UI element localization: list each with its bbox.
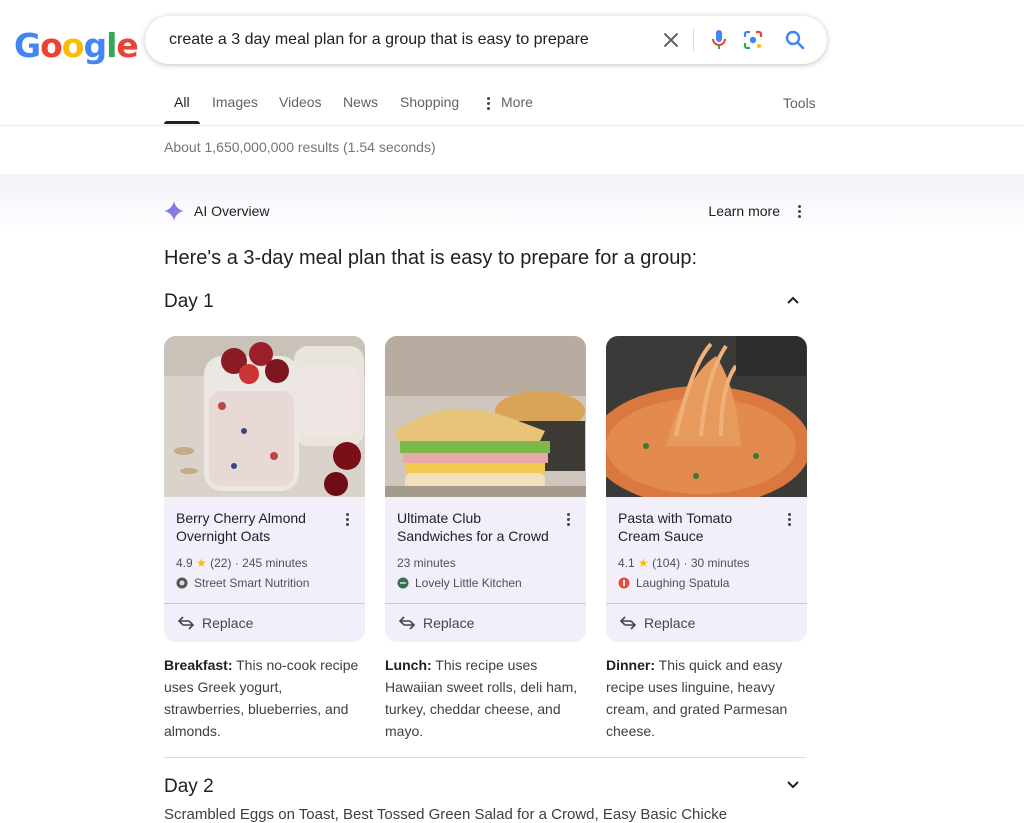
card-divider <box>606 603 807 604</box>
day-2-summary: Scrambled Eggs on Toast, Best Tossed Gre… <box>164 806 728 823</box>
logo-letter: o <box>61 26 85 65</box>
search-icon[interactable] <box>783 28 807 52</box>
recipe-image-club-sandwich <box>385 336 586 497</box>
site-favicon-icon <box>397 577 409 589</box>
recipe-reviews: (104) <box>652 556 681 570</box>
microphone-icon[interactable] <box>707 28 731 52</box>
tab-news[interactable]: News <box>343 94 378 110</box>
active-tab-indicator <box>164 121 200 124</box>
tab-videos[interactable]: Videos <box>279 94 322 110</box>
recipe-kebab-icon[interactable] <box>567 513 570 526</box>
swap-icon <box>620 616 636 630</box>
recipe-time: 23 minutes <box>397 556 456 570</box>
logo-letter: g <box>83 26 107 65</box>
recipe-card[interactable]: Pasta with Tomato Cream Sauce 4.1 ★ (104… <box>606 336 807 642</box>
more-kebab-icon[interactable] <box>487 97 490 110</box>
recipe-meta: 4.9 ★ (22) · 245 minutes <box>176 556 308 570</box>
recipe-title[interactable]: Ultimate Club Sandwiches for a Crowd <box>397 509 557 545</box>
replace-button[interactable]: Replace <box>178 615 253 631</box>
star-icon: ★ <box>638 556 649 570</box>
day-2-heading[interactable]: Day 2 <box>164 776 214 798</box>
recipe-rating: 4.9 <box>176 556 193 570</box>
ai-overview-kebab-icon[interactable] <box>798 205 801 218</box>
tab-more[interactable]: More <box>501 94 533 110</box>
search-box[interactable]: create a 3 day meal plan for a group tha… <box>145 16 827 64</box>
recipe-card[interactable]: Ultimate Club Sandwiches for a Crowd 23 … <box>385 336 586 642</box>
recipe-image-overnight-oats <box>164 336 365 497</box>
meal-label: Breakfast: <box>164 657 233 673</box>
star-icon: ★ <box>196 556 207 570</box>
recipe-card[interactable]: Berry Cherry Almond Overnight Oats 4.9 ★… <box>164 336 365 642</box>
google-logo[interactable]: Google <box>14 26 139 65</box>
logo-letter: l <box>106 26 117 65</box>
recipe-meta: 23 minutes <box>397 556 456 570</box>
meal-description-lunch: Lunch: This recipe uses Hawaiian sweet r… <box>385 654 585 742</box>
gemini-sparkle-icon <box>164 201 184 221</box>
recipe-time: 245 minutes <box>242 556 308 570</box>
recipe-source-name: Laughing Spatula <box>636 576 730 590</box>
meal-description-breakfast: Breakfast: This no-cook recipe uses Gree… <box>164 654 364 742</box>
meal-description-dinner: Dinner: This quick and easy recipe uses … <box>606 654 806 742</box>
logo-letter: e <box>116 26 138 65</box>
meal-label: Dinner: <box>606 657 655 673</box>
tools-button[interactable]: Tools <box>783 95 816 111</box>
ai-overview-header: AI Overview Learn more <box>164 200 806 222</box>
replace-button[interactable]: Replace <box>620 615 695 631</box>
ai-overview-title: AI Overview <box>194 203 270 219</box>
tab-shopping[interactable]: Shopping <box>400 94 459 110</box>
result-stats: About 1,650,000,000 results (1.54 second… <box>164 139 436 155</box>
logo-letter: o <box>40 26 63 65</box>
site-favicon-icon <box>618 577 630 589</box>
card-divider <box>164 603 365 604</box>
recipe-title[interactable]: Pasta with Tomato Cream Sauce <box>618 509 778 545</box>
chevron-up-icon[interactable] <box>785 292 801 308</box>
recipe-time: 30 minutes <box>690 556 750 570</box>
site-favicon-icon <box>176 577 188 589</box>
day-1-heading[interactable]: Day 1 <box>164 291 214 313</box>
recipe-kebab-icon[interactable] <box>788 513 791 526</box>
logo-letter: G <box>14 26 41 65</box>
recipe-source-name: Street Smart Nutrition <box>194 576 310 590</box>
lens-icon[interactable] <box>741 28 765 52</box>
swap-icon <box>178 616 194 630</box>
recipe-image-pasta <box>606 336 807 497</box>
meal-label: Lunch: <box>385 657 432 673</box>
search-divider <box>693 28 694 52</box>
clear-icon[interactable] <box>659 28 683 52</box>
replace-label: Replace <box>423 615 475 631</box>
search-input[interactable]: create a 3 day meal plan for a group tha… <box>169 31 589 49</box>
tab-all[interactable]: All <box>174 94 190 110</box>
recipe-source[interactable]: Lovely Little Kitchen <box>397 576 522 590</box>
section-divider <box>164 757 806 758</box>
replace-label: Replace <box>202 615 254 631</box>
card-divider <box>385 603 586 604</box>
recipe-meta: 4.1 ★ (104) · 30 minutes <box>618 556 750 570</box>
swap-icon <box>399 616 415 630</box>
recipe-reviews: (22) <box>210 556 232 570</box>
recipe-source[interactable]: Street Smart Nutrition <box>176 576 309 590</box>
tab-images[interactable]: Images <box>212 94 258 110</box>
replace-label: Replace <box>644 615 696 631</box>
learn-more-link[interactable]: Learn more <box>708 203 780 219</box>
replace-button[interactable]: Replace <box>399 615 474 631</box>
recipe-source-name: Lovely Little Kitchen <box>415 576 522 590</box>
recipe-source[interactable]: Laughing Spatula <box>618 576 729 590</box>
ai-overview-headline: Here's a 3-day meal plan that is easy to… <box>164 247 697 269</box>
recipe-rating: 4.1 <box>618 556 635 570</box>
search-tabs: All Images Videos News Shopping More Too… <box>0 80 1024 126</box>
recipe-kebab-icon[interactable] <box>346 513 349 526</box>
recipe-title[interactable]: Berry Cherry Almond Overnight Oats <box>176 509 336 545</box>
chevron-down-icon[interactable] <box>785 777 801 793</box>
